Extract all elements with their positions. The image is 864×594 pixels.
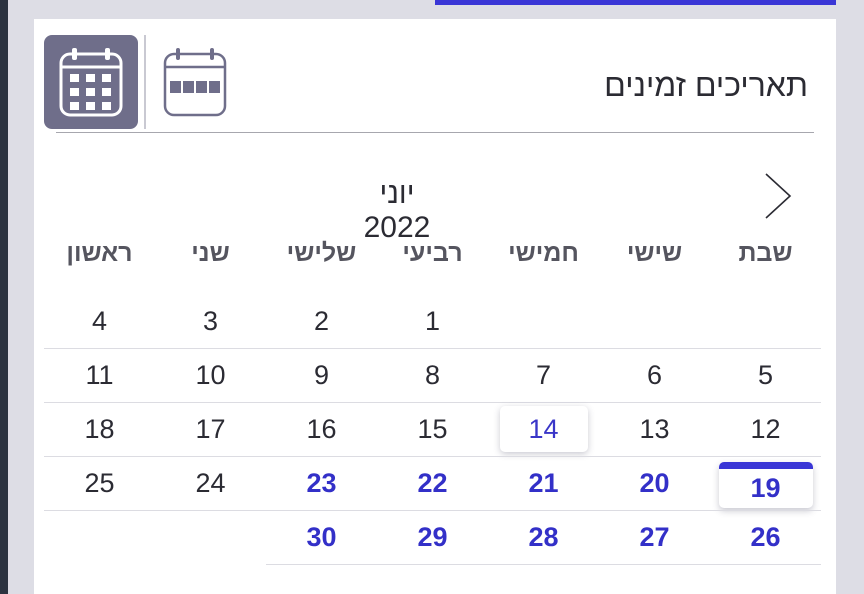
week-view-button[interactable] — [148, 35, 242, 129]
calendar-day[interactable]: 6 — [599, 348, 710, 402]
calendar-row-divider — [266, 564, 821, 565]
calendar-day-number: 1 — [424, 305, 441, 336]
calendar-day[interactable]: 25 — [44, 456, 155, 510]
calendar-day-number: 9 — [313, 359, 330, 390]
calendar-day-number: 28 — [528, 521, 559, 552]
calendar-day[interactable]: 12 — [710, 402, 821, 456]
calendar-day-number: 26 — [750, 521, 781, 552]
calendar-day[interactable]: 7 — [488, 348, 599, 402]
calendar-day[interactable]: 11 — [44, 348, 155, 402]
weekday-header: חמישי — [508, 239, 579, 267]
calendar-day-number: 6 — [646, 359, 663, 390]
calendar-day-number: 13 — [639, 413, 670, 444]
top-accent-bar — [435, 0, 836, 5]
left-edge-strip — [0, 0, 8, 594]
calendar-day[interactable]: 28 — [488, 510, 599, 564]
calendar-day-number: 25 — [84, 467, 115, 498]
calendar-day-number: 16 — [306, 413, 337, 444]
calendar-day[interactable]: 18 — [44, 402, 155, 456]
view-divider — [144, 35, 146, 129]
calendar-day[interactable]: 16 — [266, 402, 377, 456]
weekday-header: שבת — [738, 239, 793, 267]
calendar-day[interactable]: 30 — [266, 510, 377, 564]
calendar-day-number: 30 — [306, 521, 337, 552]
calendar-day[interactable]: 8 — [377, 348, 488, 402]
calendar-day-number: 21 — [528, 467, 559, 498]
calendar-day-number: 2 — [313, 305, 330, 336]
calendar-day[interactable]: 10 — [155, 348, 266, 402]
calendar-day-number: 27 — [639, 521, 670, 552]
calendar-day[interactable]: 29 — [377, 510, 488, 564]
month-view-button[interactable] — [44, 35, 138, 129]
calendar-day-number: 12 — [750, 413, 781, 444]
weekday-header: שני — [191, 239, 230, 267]
calendar-day[interactable]: 5 — [710, 348, 821, 402]
calendar-day-number: 5 — [757, 359, 774, 390]
calendar-day-number: 8 — [424, 359, 441, 390]
calendar-day-number: 11 — [85, 359, 114, 390]
calendar-day[interactable]: 4 — [44, 294, 155, 348]
calendar-week-icon — [163, 48, 227, 117]
calendar-day[interactable]: 9 — [266, 348, 377, 402]
calendar-day-number: 14 — [499, 406, 588, 452]
month-label: יוני 2022 — [363, 177, 431, 244]
weekday-header: רביעי — [402, 239, 463, 267]
calendar-day[interactable]: 19 — [710, 456, 821, 510]
calendar-day-number: 19 — [718, 462, 813, 508]
calendar-month-icon — [59, 48, 123, 117]
next-month-button[interactable] — [758, 169, 798, 223]
calendar-day[interactable]: 1 — [377, 294, 488, 348]
calendar-day-number: 10 — [195, 359, 226, 390]
calendar-day-number: 17 — [195, 413, 226, 444]
calendar-day-number: 18 — [84, 413, 115, 444]
calendar-day[interactable]: 26 — [710, 510, 821, 564]
chevron-right-icon — [765, 173, 792, 219]
calendar-day[interactable]: 2 — [266, 294, 377, 348]
calendar-day-number: 20 — [639, 467, 670, 498]
weekday-header: ראשון — [66, 239, 133, 267]
weekday-header: שלישי — [286, 239, 357, 267]
calendar-day[interactable]: 15 — [377, 402, 488, 456]
calendar-day-number: 15 — [417, 413, 448, 444]
calendar-day[interactable]: 21 — [488, 456, 599, 510]
calendar-day-number: 4 — [91, 305, 108, 336]
header-divider — [56, 132, 814, 133]
calendar-day-number: 24 — [195, 467, 226, 498]
calendar-day-number: 29 — [417, 521, 448, 552]
calendar-day[interactable]: 3 — [155, 294, 266, 348]
calendar-day[interactable]: 20 — [599, 456, 710, 510]
calendar-day-number: 3 — [202, 305, 219, 336]
calendar-day[interactable]: 23 — [266, 456, 377, 510]
calendar-day[interactable]: 27 — [599, 510, 710, 564]
calendar-day[interactable]: 17 — [155, 402, 266, 456]
calendar-day[interactable]: 22 — [377, 456, 488, 510]
calendar-day-number: 7 — [535, 359, 552, 390]
calendar-day-number: 23 — [306, 467, 337, 498]
calendar-day[interactable]: 13 — [599, 402, 710, 456]
page-title: תאריכים זמינים — [604, 67, 808, 103]
calendar-day[interactable]: 14 — [488, 402, 599, 456]
calendar-card: תאריכים זמינים יוני 2022 ראשון שני שלישי רב… — [34, 19, 836, 594]
calendar-day-number: 22 — [417, 467, 448, 498]
calendar-day[interactable]: 24 — [155, 456, 266, 510]
weekday-header: שישי — [626, 239, 683, 267]
